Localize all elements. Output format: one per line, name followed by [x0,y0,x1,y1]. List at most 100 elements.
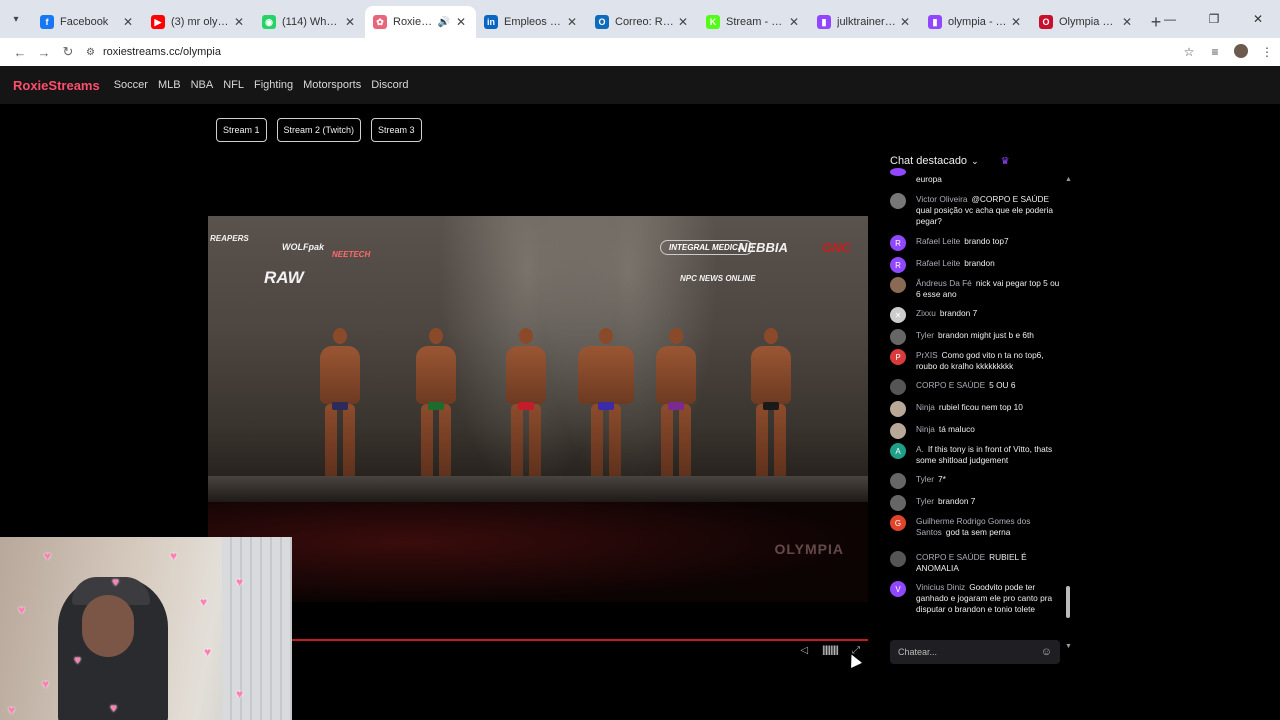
chat-username[interactable]: CORPO E SAÚDE [916,380,985,390]
nav-nfl[interactable]: NFL [223,79,244,91]
chat-avatar[interactable]: R [890,257,906,273]
browser-tab[interactable]: in Empleos de «community»✕ [476,6,587,38]
chat-avatar[interactable]: ✕ [890,307,906,323]
nav-soccer[interactable]: Soccer [114,79,148,91]
chat-avatar[interactable] [890,277,906,293]
tab-search-chevron-icon[interactable]: ▾ [0,0,32,38]
scroll-up-icon[interactable]: ▲ [1065,176,1072,183]
chat-avatar[interactable]: P [890,349,906,365]
browser-tab[interactable]: O Correo: Rodrigo Ara✕ [587,6,698,38]
minimize-icon[interactable]: — [1148,0,1192,38]
close-tab-icon[interactable]: ✕ [676,15,690,29]
chat-avatar[interactable] [890,551,906,567]
chat-username[interactable]: Tyler [916,496,934,506]
chat-avatar[interactable] [890,329,906,345]
chat-avatar[interactable]: R [890,235,906,251]
browser-menu-icon[interactable]: ⋮ [1254,45,1280,59]
video-player[interactable]: REAPERS WOLFpak NEETECH RAW INTEGRAL MED… [208,146,868,672]
forward-icon[interactable]: → [32,45,56,60]
close-tab-icon[interactable]: ✕ [787,15,801,29]
chat-username[interactable]: CORPO E SAÚDE [916,552,985,562]
nav-mlb[interactable]: MLB [158,79,181,91]
chat-avatar[interactable]: A [890,443,906,459]
restore-icon[interactable]: ❐ [1192,0,1236,38]
browser-tab[interactable]: O Olympia Qualification✕ [1031,6,1142,38]
chat-scrollbar[interactable]: ▲ ▼ [1065,176,1072,650]
chat-avatar[interactable] [890,473,906,489]
progress-bar[interactable] [292,639,868,641]
stream-3-button[interactable]: Stream 3 [371,118,422,142]
chat-username[interactable]: Ninja [916,402,935,412]
stream-1-button[interactable]: Stream 1 [216,118,267,142]
chat-username[interactable]: Rafael Leite [916,258,960,268]
chat-username[interactable]: Zixxu [916,308,936,318]
profile-avatar[interactable] [1228,43,1254,61]
close-tab-icon[interactable]: ✕ [565,15,579,29]
emoji-icon[interactable]: ☺ [1041,646,1052,658]
chat-username[interactable]: A. [916,444,924,454]
browser-tab[interactable]: f Facebook ✕ [32,6,143,38]
browser-tab[interactable]: ▮ olympia - Twitch✕ [920,6,1031,38]
close-tab-icon[interactable]: ✕ [1120,15,1134,29]
bookmark-star-icon[interactable]: ☆ [1176,45,1202,59]
chat-avatar[interactable] [890,193,906,209]
nav-fighting[interactable]: Fighting [254,79,293,91]
browser-tab[interactable]: ▮ julktrainer - Twitch✕ [809,6,920,38]
back-icon[interactable]: ← [8,45,32,60]
nav-motorsports[interactable]: Motorsports [303,79,361,91]
chat-avatar[interactable] [890,401,906,417]
chat-panel: Chat destacado ⌄ ♛ europa Victor Oliveira… [876,146,1073,672]
close-tab-icon[interactable]: ✕ [121,15,135,29]
reload-icon[interactable]: ↻ [56,44,80,60]
chat-username[interactable]: Vinicius Diniz [916,582,965,592]
chat-username[interactable]: Victor Oliveira [916,194,968,204]
close-window-icon[interactable]: ✕ [1236,0,1280,38]
chat-avatar[interactable] [890,168,906,176]
site-brand[interactable]: RoxieStreams [13,78,100,93]
nav-nba[interactable]: NBA [191,79,214,91]
chat-avatar[interactable]: G [890,515,906,531]
heart-icon: ♥ [200,595,208,609]
address-bar[interactable]: ⚙ roxiestreams.cc/olympia [86,40,1166,64]
outlook-icon: O [595,15,609,29]
crown-icon[interactable]: ♛ [1001,156,1010,167]
speaker-icon[interactable]: 🔊 [438,17,450,28]
chevron-down-icon[interactable]: ⌄ [971,156,979,167]
chat-username[interactable]: Ândreus Da Fé [916,278,972,288]
scroll-thumb[interactable] [1066,586,1070,618]
close-tab-icon[interactable]: ✕ [232,15,246,29]
athlete [578,328,634,488]
browser-tab[interactable]: ◉ (114) WhatsApp✕ [254,6,365,38]
browser-tab[interactable]: ▶ (3) mr olympia 2024✕ [143,6,254,38]
chat-avatar[interactable] [890,495,906,511]
chat-avatar[interactable] [890,423,906,439]
site-info-icon[interactable]: ⚙ [86,47,95,58]
sponsor-logo: WOLFpak [282,242,324,252]
scroll-down-icon[interactable]: ▼ [1065,643,1072,650]
close-tab-icon[interactable]: ✕ [898,15,912,29]
mute-icon[interactable]: ◁ [800,645,808,656]
chat-username[interactable]: Rafael Leite [916,236,960,246]
chat-username[interactable]: PrXIS [916,350,938,360]
volume-slider[interactable]: |||||||||| [822,645,839,656]
chat-input-box[interactable]: ☺ [890,640,1060,664]
browser-tab[interactable]: K Stream - Kick Dash✕ [698,6,809,38]
chat-username[interactable]: Tyler [916,330,934,340]
chat-username[interactable]: Ninja [916,424,935,434]
athlete [416,328,456,488]
chat-message-body: CORPO E SAÚDE 5 OU 6 [916,380,1060,395]
chat-avatar[interactable]: V [890,581,906,597]
close-tab-icon[interactable]: ✕ [343,15,357,29]
chat-message-text: 7* [937,474,946,484]
heart-icon: ♥ [112,575,120,589]
stream-2-button[interactable]: Stream 2 (Twitch) [276,118,362,142]
browser-tab[interactable]: ✿ Roxiestreams🔊 ✕ [365,6,476,38]
chat-message: Ninja tá maluco [890,423,1060,439]
media-control-icon[interactable]: ≡ [1202,45,1228,59]
nav-discord[interactable]: Discord [371,79,408,91]
chat-input[interactable] [898,647,1041,657]
close-tab-icon[interactable]: ✕ [1009,15,1023,29]
close-tab-icon[interactable]: ✕ [454,15,468,29]
chat-username[interactable]: Tyler [916,474,934,484]
chat-avatar[interactable] [890,379,906,395]
